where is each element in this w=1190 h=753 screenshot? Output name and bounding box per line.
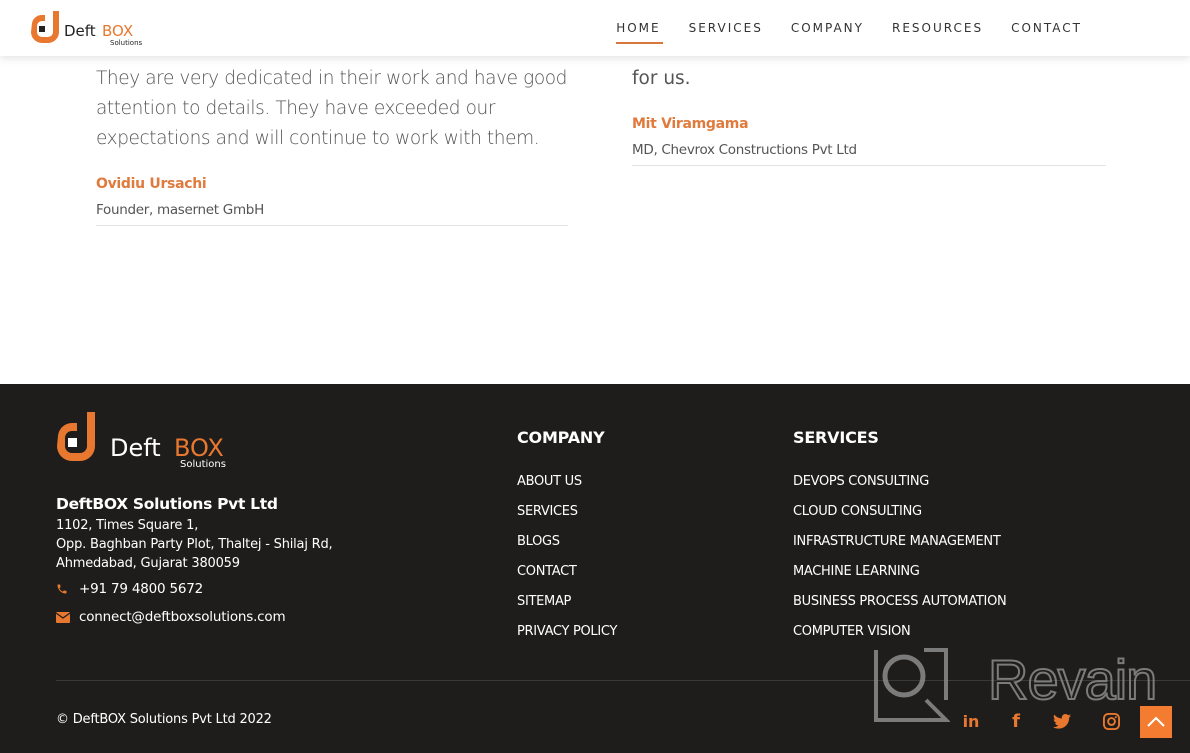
testimonial-author: Mit Viramgama: [632, 116, 749, 132]
svg-text:Solutions: Solutions: [110, 39, 143, 47]
nav-home[interactable]: HOME: [602, 20, 674, 44]
phone-icon: [56, 582, 72, 596]
testimonial-card: for us. Mit Viramgama MD, Chevrox Constr…: [632, 64, 1106, 166]
twitter-icon[interactable]: [1051, 710, 1073, 732]
svg-text:BOX: BOX: [102, 22, 133, 40]
footer-link-cloud-consulting[interactable]: CLOUD CONSULTING: [793, 502, 1006, 532]
footer-link-blogs[interactable]: BLOGS: [517, 532, 617, 562]
footer-link-sitemap[interactable]: SITEMAP: [517, 592, 617, 622]
copyright-text: © DeftBOX Solutions Pvt Ltd 2022: [56, 712, 272, 727]
services-column-title: SERVICES: [793, 428, 879, 447]
nav-resources[interactable]: RESOURCES: [878, 20, 997, 44]
site-header: Deft BOX Solutions HOME SERVICES COMPANY…: [0, 0, 1190, 56]
footer-company-column: COMPANY ABOUT US SERVICES BLOGS CONTACT …: [517, 428, 617, 652]
testimonial-role: Founder, masernet GmbH: [96, 202, 568, 226]
instagram-icon[interactable]: [1100, 710, 1122, 732]
back-to-top-button[interactable]: [1140, 706, 1172, 738]
svg-text:Deft: Deft: [64, 22, 96, 40]
deftbox-logo-icon: Deft BOX Solutions: [57, 412, 226, 470]
site-footer: Deft BOX Solutions DeftBOX Solutions Pvt…: [0, 384, 1190, 753]
company-address: 1102, Times Square 1, Opp. Baghban Party…: [56, 516, 333, 573]
nav-contact[interactable]: CONTACT: [997, 20, 1096, 44]
email-row[interactable]: connect@deftboxsolutions.com: [56, 609, 286, 625]
envelope-icon: [56, 610, 72, 624]
address-line: Opp. Baghban Party Plot, Thaltej - Shila…: [56, 537, 333, 552]
footer-link-devops-consulting[interactable]: DEVOPS CONSULTING: [793, 472, 1006, 502]
footer-services-column: SERVICES DEVOPS CONSULTING CLOUD CONSULT…: [793, 428, 1007, 652]
nav-company[interactable]: COMPANY: [777, 20, 878, 44]
address-line: Ahmedabad, Gujarat 380059: [56, 556, 240, 571]
linkedin-icon[interactable]: in: [960, 710, 982, 732]
header-logo[interactable]: Deft BOX Solutions: [28, 9, 158, 49]
footer-link-infrastructure-management[interactable]: INFRASTRUCTURE MANAGEMENT: [793, 532, 1006, 562]
svg-text:BOX: BOX: [174, 434, 224, 462]
footer-logo[interactable]: Deft BOX Solutions: [56, 412, 248, 472]
footer-link-about-us[interactable]: ABOUT US: [517, 472, 617, 502]
phone-row[interactable]: +91 79 4800 5672: [56, 581, 203, 597]
chevron-up-icon: [1147, 716, 1165, 727]
revain-text: Revain: [987, 648, 1158, 711]
deftbox-logo-icon: Deft BOX Solutions: [31, 11, 143, 47]
address-line: 1102, Times Square 1,: [56, 518, 199, 533]
testimonial-card: They are very dedicated in their work an…: [96, 64, 568, 226]
svg-text:Solutions: Solutions: [180, 459, 226, 470]
svg-text:Deft: Deft: [110, 434, 161, 462]
footer-link-contact[interactable]: CONTACT: [517, 562, 617, 592]
footer-link-services[interactable]: SERVICES: [517, 502, 617, 532]
footer-link-privacy-policy[interactable]: PRIVACY POLICY: [517, 622, 617, 652]
main-nav: HOME SERVICES COMPANY RESOURCES CONTACT: [602, 20, 1096, 44]
testimonial-quote: They are very dedicated in their work an…: [96, 68, 567, 149]
footer-link-business-process-automation[interactable]: BUSINESS PROCESS AUTOMATION: [793, 592, 1007, 622]
testimonial-role: MD, Chevrox Constructions Pvt Ltd: [632, 142, 1106, 166]
nav-services[interactable]: SERVICES: [675, 20, 777, 44]
email-address[interactable]: connect@deftboxsolutions.com: [79, 609, 286, 625]
testimonial-author: Ovidiu Ursachi: [96, 176, 207, 192]
company-column-title: COMPANY: [517, 428, 605, 447]
phone-number[interactable]: +91 79 4800 5672: [79, 581, 203, 597]
testimonial-quote: for us.: [632, 68, 691, 89]
company-name: DeftBOX Solutions Pvt Ltd: [56, 495, 278, 513]
facebook-icon[interactable]: f: [1005, 710, 1027, 732]
revain-logo-icon: [874, 648, 950, 722]
footer-link-machine-learning[interactable]: MACHINE LEARNING: [793, 562, 1006, 592]
